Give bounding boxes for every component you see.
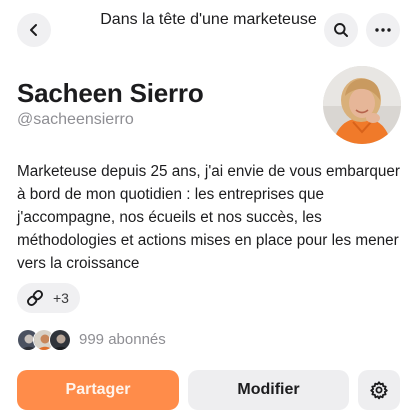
chevron-left-icon [30, 24, 37, 36]
more-horizontal-icon [375, 28, 391, 32]
profile-name: Sacheen Sierro [17, 78, 204, 108]
back-button[interactable] [17, 13, 51, 47]
links-button[interactable]: +3 [17, 283, 80, 313]
profile-handle: @sacheensierro [17, 111, 134, 128]
subscriber-count[interactable]: 999 abonnés [79, 331, 166, 348]
profile-bio: Marketeuse depuis 25 ans, j'ai envie de … [17, 163, 401, 272]
subscriber-avatar [49, 329, 71, 351]
page-title: Dans la tête d'une marketeuse [100, 11, 317, 28]
gear-icon [370, 381, 388, 400]
links-count: +3 [53, 290, 69, 306]
subscriber-avatars[interactable] [17, 329, 73, 351]
search-button[interactable] [324, 13, 358, 47]
search-icon [334, 23, 348, 37]
settings-button[interactable] [358, 370, 400, 410]
edit-button[interactable]: Modifier [188, 370, 349, 410]
avatar[interactable] [323, 66, 401, 144]
link-icon [27, 290, 43, 306]
more-options-button[interactable] [366, 13, 400, 47]
share-button[interactable]: Partager [17, 370, 179, 410]
